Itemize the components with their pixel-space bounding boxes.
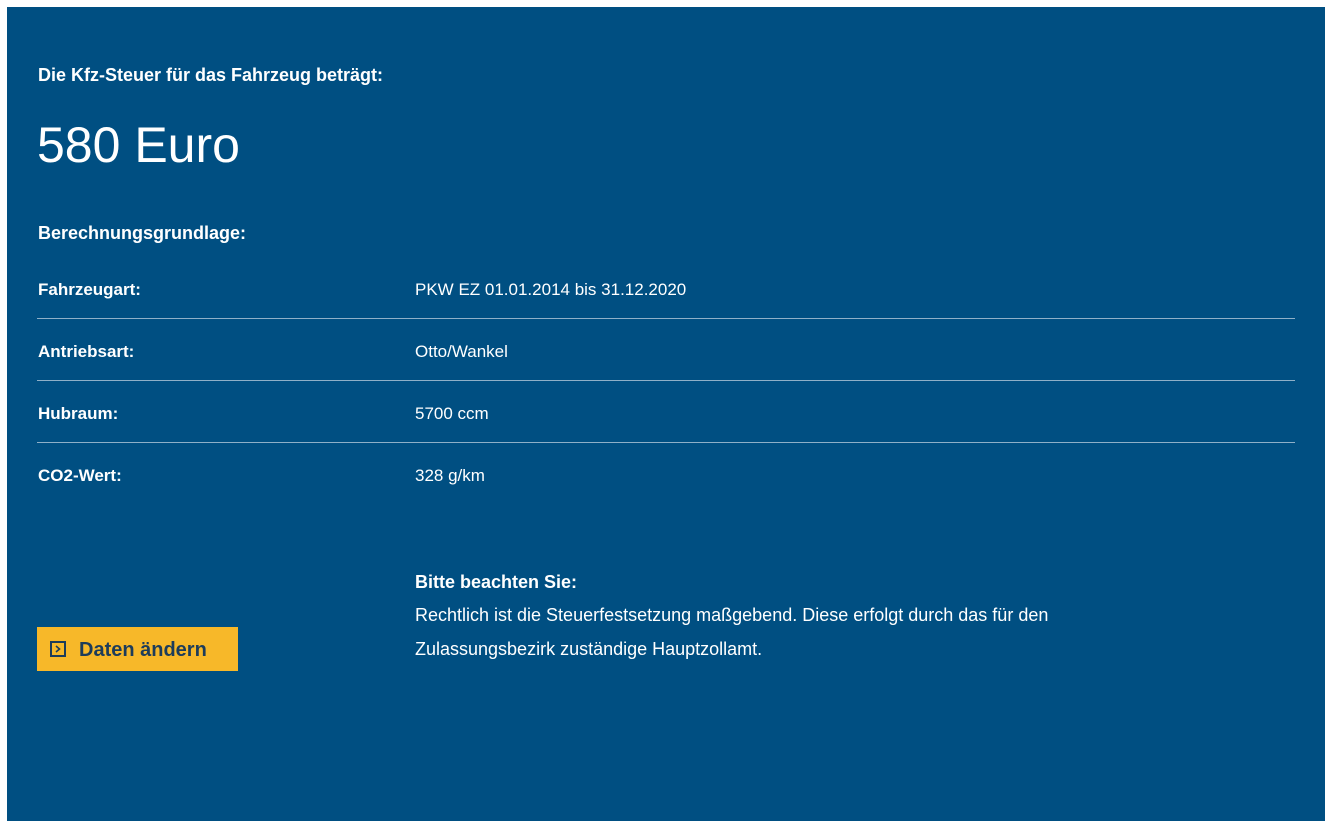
detail-label: Antriebsart:: [38, 342, 135, 361]
detail-value: 328 g/km: [415, 466, 485, 485]
detail-label: Hubraum:: [38, 404, 119, 423]
notice-title: Bitte beachten Sie:: [415, 572, 578, 592]
detail-value: 5700 ccm: [415, 404, 489, 423]
result-intro: Die Kfz-Steuer für das Fahrzeug beträgt:: [38, 65, 384, 85]
calculation-basis-heading: Berechnungsgrundlage:: [38, 223, 247, 243]
legal-notice: Bitte beachten Sie: Rechtlich ist die St…: [415, 570, 1275, 666]
detail-row-vehicle-type: Fahrzeugart: PKW EZ 01.01.2014 bis 31.12…: [37, 257, 1295, 319]
detail-value: Otto/Wankel: [415, 342, 508, 361]
detail-value: PKW EZ 01.01.2014 bis 31.12.2020: [415, 280, 687, 299]
detail-label: Fahrzeugart:: [38, 280, 141, 299]
change-data-button[interactable]: Daten ändern: [37, 627, 238, 671]
change-data-label: Daten ändern: [79, 639, 207, 661]
calculation-details-table: Fahrzeugart: PKW EZ 01.01.2014 bis 31.12…: [37, 257, 1295, 505]
detail-label: CO2-Wert:: [38, 466, 122, 485]
detail-row-co2: CO2-Wert: 328 g/km: [37, 443, 1295, 505]
notice-text: Rechtlich ist die Steuerfestsetzung maßg…: [415, 605, 1049, 659]
tax-amount: 580 Euro: [37, 117, 240, 173]
tax-result-panel: Die Kfz-Steuer für das Fahrzeug beträgt:…: [7, 7, 1325, 821]
detail-row-drive-type: Antriebsart: Otto/Wankel: [37, 319, 1295, 381]
chevron-right-box-icon: [50, 641, 66, 657]
detail-row-displacement: Hubraum: 5700 ccm: [37, 381, 1295, 443]
